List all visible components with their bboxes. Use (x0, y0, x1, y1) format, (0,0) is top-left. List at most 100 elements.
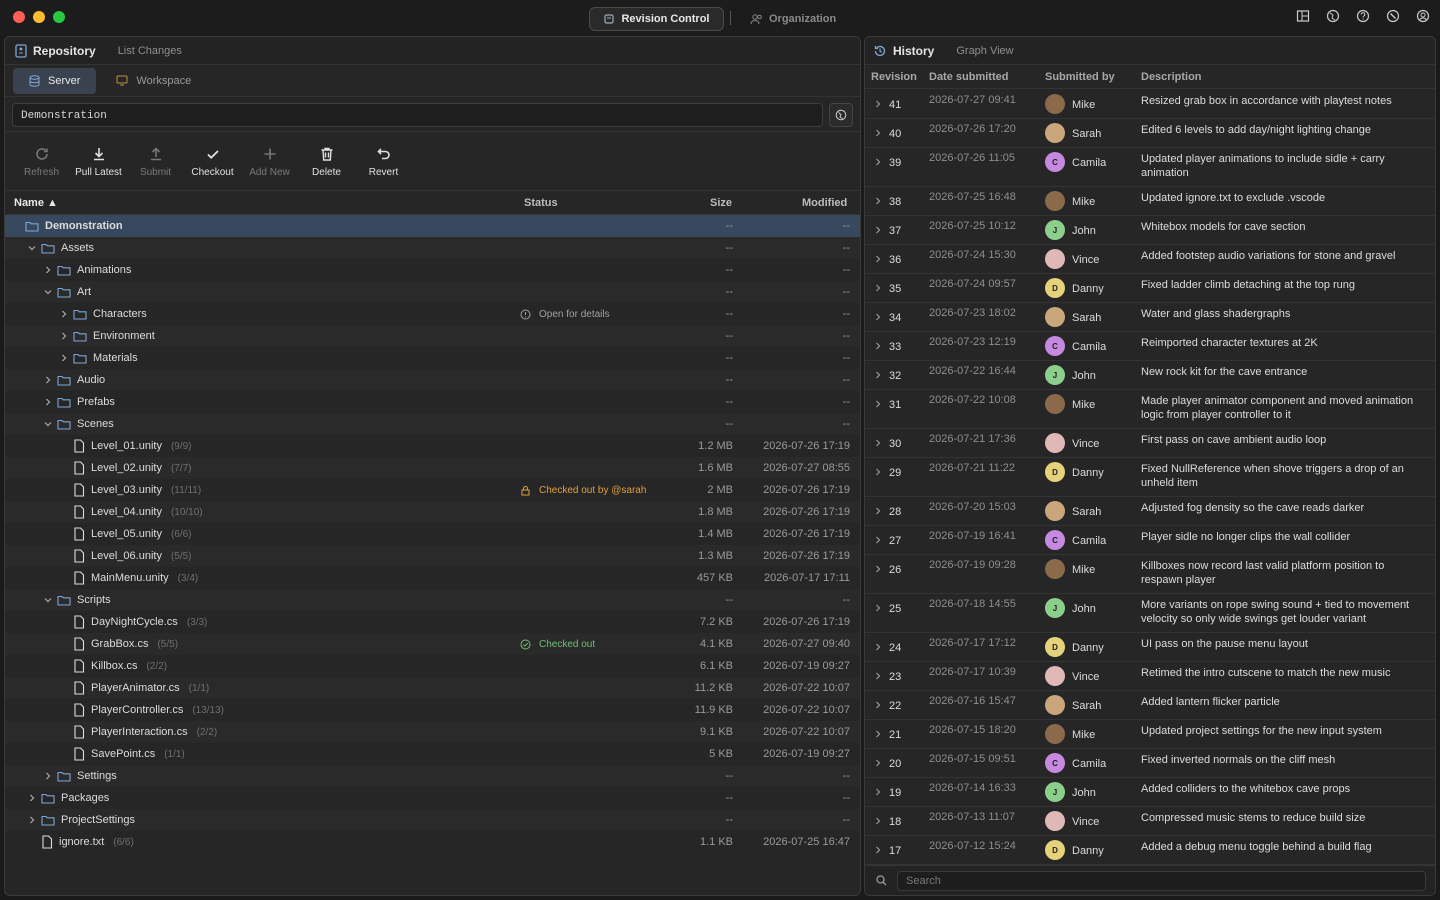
file-row[interactable]: ignore.txt (6/6) 1.1 KB 2026-07-25 16:47 (5, 831, 860, 853)
chevron-down-icon[interactable] (27, 242, 37, 254)
tab-server[interactable]: Server (13, 67, 97, 94)
chevron-right-icon[interactable] (874, 312, 882, 322)
history-row[interactable]: 40 2026-07-26 17:20 Sarah Edited 6 levels t… (865, 119, 1435, 148)
minimize-window-button[interactable] (33, 11, 45, 23)
history-row[interactable]: 26 2026-07-19 09:28 Mike Killboxes now reco… (865, 555, 1435, 594)
chevron-right-icon[interactable] (874, 341, 882, 351)
folder-row[interactable]: ProjectSettings -- -- (5, 809, 860, 831)
file-row[interactable]: DayNightCycle.cs (3/3) 7.2 KB 2026-07-26 17… (5, 611, 860, 633)
file-row[interactable]: Level_04.unity (10/10) 1.8 MB 2026-07-26 17… (5, 501, 860, 523)
history-row[interactable]: 20 2026-07-15 09:51 C Camila Fixed inverted … (865, 749, 1435, 778)
column-name[interactable]: Name ▲ (14, 197, 58, 209)
chevron-right-icon[interactable] (874, 99, 882, 109)
close-window-button[interactable] (13, 11, 25, 23)
folder-row[interactable]: Audio -- -- (5, 369, 860, 391)
delete-button[interactable]: Delete (298, 145, 355, 178)
chevron-right-icon[interactable] (43, 374, 53, 386)
file-row[interactable]: Killbox.cs (2/2) 6.1 KB 2026-07-19 09:27 (5, 655, 860, 677)
chevron-right-icon[interactable] (874, 283, 882, 293)
chevron-right-icon[interactable] (874, 128, 882, 138)
chevron-down-icon[interactable] (43, 418, 53, 430)
chevron-right-icon[interactable] (874, 370, 882, 380)
folder-row[interactable]: Settings -- -- (5, 765, 860, 787)
chevron-right-icon[interactable] (27, 814, 37, 826)
history-row[interactable]: 27 2026-07-19 16:41 C Camila Player sidle no… (865, 526, 1435, 555)
globe-icon[interactable] (1326, 9, 1340, 23)
tab-revision-control[interactable]: Revision Control (589, 7, 724, 31)
refresh-button[interactable]: Refresh (13, 145, 70, 178)
file-row[interactable]: PlayerController.cs (13/13) 11.9 KB 2026-07… (5, 699, 860, 721)
history-row[interactable]: 35 2026-07-24 09:57 D Danny Fixed ladder cli… (865, 274, 1435, 303)
file-row[interactable]: GrabBox.cs (5/5) Checked out 4.1 KB 2026-07-… (5, 633, 860, 655)
column-size[interactable]: Size (710, 197, 732, 209)
history-row[interactable]: 24 2026-07-17 17:12 D Danny UI pass on the p… (865, 633, 1435, 662)
chevron-right-icon[interactable] (874, 196, 882, 206)
graph-view-tab[interactable]: Graph View (956, 45, 1013, 57)
chevron-right-icon[interactable] (874, 438, 882, 448)
column-status[interactable]: Status (524, 197, 558, 209)
layout-icon[interactable] (1296, 9, 1310, 23)
chevron-right-icon[interactable] (874, 225, 882, 235)
history-row[interactable]: 25 2026-07-18 14:55 J John More variants on … (865, 594, 1435, 633)
chevron-right-icon[interactable] (874, 506, 882, 516)
chevron-down-icon[interactable] (43, 286, 53, 298)
history-row[interactable]: 36 2026-07-24 15:30 Vince Added footstep au… (865, 245, 1435, 274)
submit-button[interactable]: Submit (127, 145, 184, 178)
history-row[interactable]: 33 2026-07-23 12:19 C Camila Reimported char… (865, 332, 1435, 361)
chevron-right-icon[interactable] (874, 603, 882, 613)
history-row[interactable]: 23 2026-07-17 10:39 Vince Retimed the intro… (865, 662, 1435, 691)
file-row[interactable]: Level_06.unity (5/5) 1.3 MB 2026-07-26 17:1… (5, 545, 860, 567)
history-row[interactable]: 17 2026-07-12 15:24 D Danny Added a debug me… (865, 836, 1435, 865)
history-row[interactable]: 22 2026-07-16 15:47 Sarah Added lantern fli… (865, 691, 1435, 720)
chevron-right-icon[interactable] (43, 396, 53, 408)
tab-organization[interactable]: Organization (750, 7, 836, 31)
chevron-right-icon[interactable] (874, 816, 882, 826)
pull-latest-button[interactable]: Pull Latest (70, 145, 127, 178)
browse-server-button[interactable] (829, 103, 853, 127)
file-row[interactable]: Level_03.unity (11/11) Checked out by @sar… (5, 479, 860, 501)
file-row[interactable]: Level_05.unity (6/6) 1.4 MB 2026-07-26 17:1… (5, 523, 860, 545)
folder-row[interactable]: Packages -- -- (5, 787, 860, 809)
folder-row[interactable]: Environment -- -- (5, 325, 860, 347)
chevron-right-icon[interactable] (874, 700, 882, 710)
chevron-right-icon[interactable] (874, 399, 882, 409)
list-changes-tab[interactable]: List Changes (118, 45, 182, 57)
chevron-right-icon[interactable] (874, 787, 882, 797)
file-row[interactable]: SavePoint.cs (1/1) 5 KB 2026-07-19 09:27 (5, 743, 860, 765)
file-row[interactable]: PlayerInteraction.cs (2/2) 9.1 KB 2026-07-2… (5, 721, 860, 743)
column-revision[interactable]: Revision (871, 71, 917, 83)
history-row[interactable]: 39 2026-07-26 11:05 C Camila Updated player … (865, 148, 1435, 187)
add-new-button[interactable]: Add New (241, 145, 298, 178)
revert-button[interactable]: Revert (355, 145, 412, 178)
history-row[interactable]: 19 2026-07-14 16:33 J John Added colliders t… (865, 778, 1435, 807)
history-row[interactable]: 29 2026-07-21 11:22 D Danny Fixed NullRefere… (865, 458, 1435, 497)
account-icon[interactable] (1416, 9, 1430, 23)
folder-row[interactable]: Animations -- -- (5, 259, 860, 281)
history-row[interactable]: 31 2026-07-22 10:08 Mike Made player animat… (865, 390, 1435, 429)
chevron-down-icon[interactable] (43, 594, 53, 606)
tab-workspace[interactable]: Workspace (100, 68, 207, 94)
history-row[interactable]: 37 2026-07-25 10:12 J John Whitebox models f… (865, 216, 1435, 245)
column-submitted-by[interactable]: Submitted by (1045, 71, 1115, 83)
chevron-right-icon[interactable] (874, 535, 882, 545)
chevron-right-icon[interactable] (43, 264, 53, 276)
column-date[interactable]: Date submitted (929, 71, 1008, 83)
chevron-right-icon[interactable] (874, 564, 882, 574)
history-row[interactable]: 18 2026-07-13 11:07 Vince Compressed music … (865, 807, 1435, 836)
file-row[interactable]: Level_02.unity (7/7) 1.6 MB 2026-07-27 08:5… (5, 457, 860, 479)
chevron-right-icon[interactable] (874, 729, 882, 739)
history-row[interactable]: 21 2026-07-15 18:20 Mike Updated project se… (865, 720, 1435, 749)
checkout-button[interactable]: Checkout (184, 145, 241, 178)
history-row[interactable]: 32 2026-07-22 16:44 J John New rock kit for … (865, 361, 1435, 390)
chevron-right-icon[interactable] (874, 642, 882, 652)
chevron-right-icon[interactable] (43, 770, 53, 782)
history-row[interactable]: 38 2026-07-25 16:48 Mike Updated ignore.txt… (865, 187, 1435, 216)
tools-icon[interactable] (1386, 9, 1400, 23)
history-row[interactable]: 41 2026-07-27 09:41 Mike Resized grab box i… (865, 90, 1435, 119)
folder-row[interactable]: Materials -- -- (5, 347, 860, 369)
folder-row[interactable]: Art -- -- (5, 281, 860, 303)
folder-row[interactable]: Scenes -- -- (5, 413, 860, 435)
chevron-right-icon[interactable] (874, 758, 882, 768)
folder-row[interactable]: Scripts -- -- (5, 589, 860, 611)
folder-row[interactable]: Demonstration -- -- (5, 215, 860, 237)
